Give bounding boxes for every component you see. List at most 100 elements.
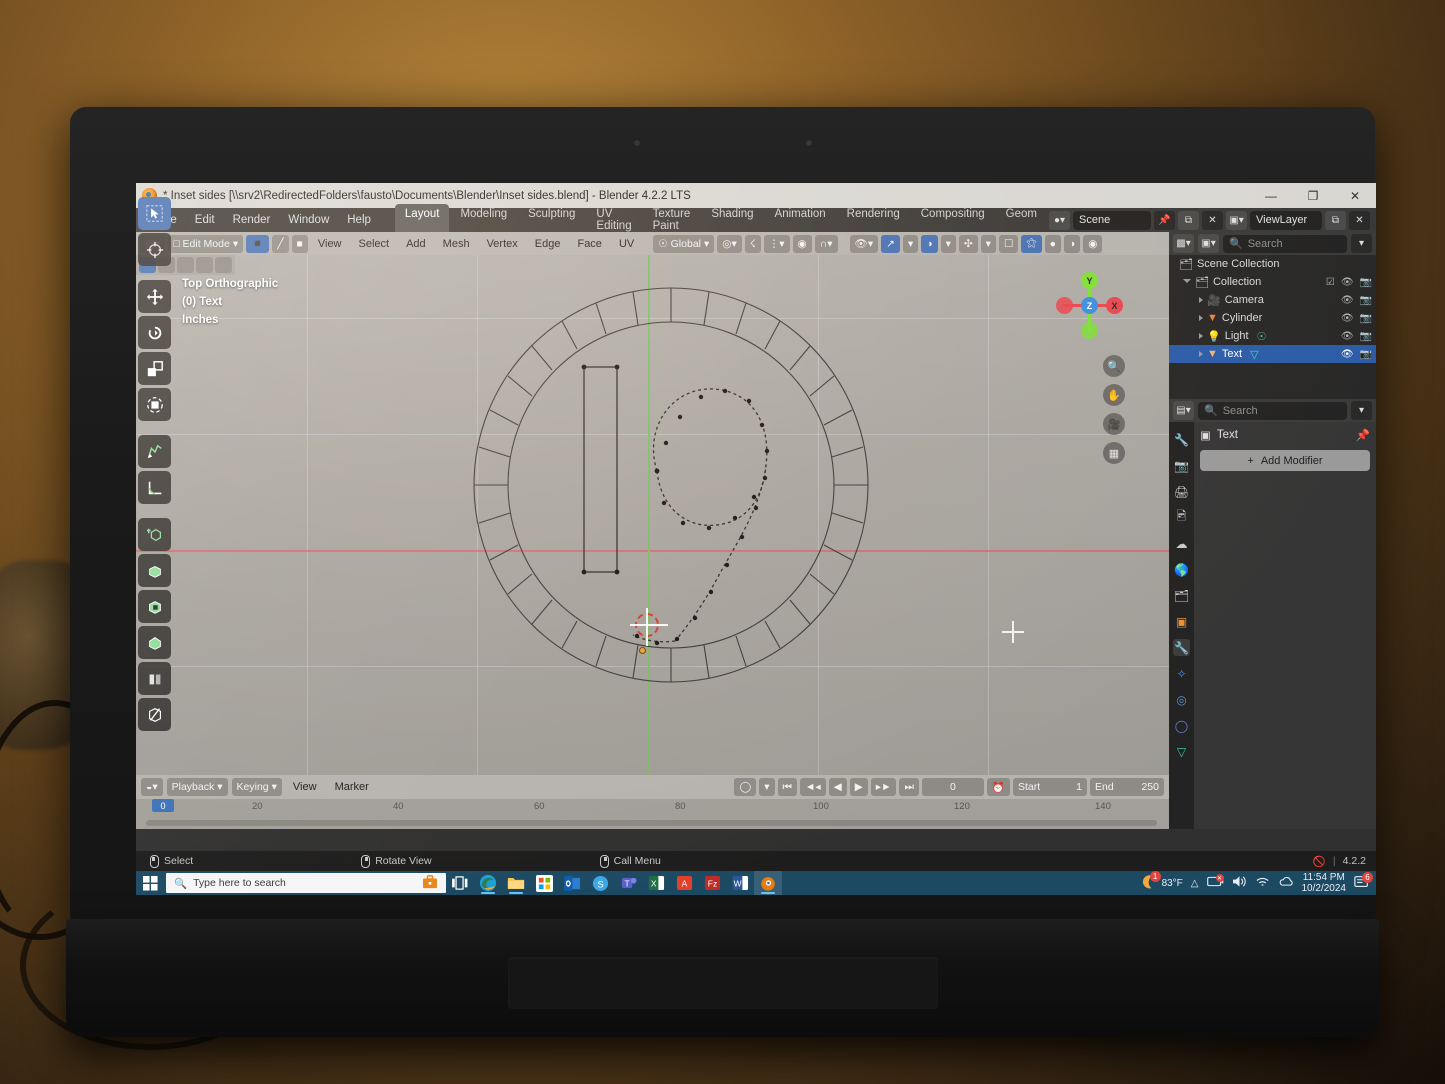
select-mode-sticky-icon[interactable]	[215, 257, 232, 273]
task-view-button[interactable]	[446, 871, 474, 895]
start-frame-field[interactable]: Start1	[1013, 778, 1087, 796]
vertex-select-mode-button[interactable]: ◾	[246, 235, 269, 253]
taskbar-app-excel[interactable]: X	[642, 871, 670, 895]
tool-measure[interactable]	[138, 471, 171, 504]
viewlayer-name-field[interactable]: ViewLayer	[1250, 211, 1322, 230]
tool-scale[interactable]	[138, 352, 171, 385]
viewlayer-browse-icon[interactable]: ▣▾	[1226, 211, 1247, 230]
taskbar-app-word[interactable]: W	[726, 871, 754, 895]
timeline-strip[interactable]: 20 40 60 80 100 120 140 0	[136, 799, 1169, 829]
eye-icon[interactable]: 👁	[1341, 277, 1354, 288]
show-hidden-icons-chevron[interactable]: △	[1191, 878, 1199, 889]
proportional-edit-icon[interactable]: ◉	[793, 235, 812, 253]
add-modifier-button[interactable]: + Add Modifier	[1200, 450, 1370, 471]
menu-vertex[interactable]: Vertex	[480, 236, 525, 252]
jump-to-prev-keyframe-button[interactable]: ◄◂	[800, 778, 826, 796]
properties-filter-icon[interactable]: ▾	[1351, 401, 1372, 420]
battery-icon[interactable]: ✕	[1207, 876, 1224, 890]
menu-face[interactable]: Face	[570, 236, 608, 252]
taskbar-app-blender[interactable]	[754, 871, 782, 895]
auto-keying-dropdown[interactable]: ▾	[759, 778, 774, 796]
shading-material-icon[interactable]: ●	[1045, 235, 1061, 253]
face-select-mode-button[interactable]: ■	[292, 235, 308, 253]
delete-viewlayer-icon[interactable]: ✕	[1349, 211, 1370, 230]
taskbar-app-outlook[interactable]	[558, 871, 586, 895]
current-frame-field[interactable]: 0	[922, 778, 984, 796]
eye-icon[interactable]: 👁	[1341, 295, 1354, 306]
navigation-gizmo[interactable]: Y Z X	[1051, 267, 1127, 343]
taskbar-app-edge[interactable]	[474, 871, 502, 895]
gizmo-axis-z[interactable]: Z	[1081, 297, 1098, 314]
taskbar-search-input[interactable]: 🔍 Type here to search	[166, 873, 446, 893]
play-reverse-button[interactable]: ◀	[829, 778, 847, 796]
tab-object-data-icon[interactable]: ▽	[1173, 743, 1190, 760]
shading-preview-icon[interactable]: ◉	[1083, 235, 1102, 253]
tab-scene-icon[interactable]: ☁	[1173, 535, 1190, 552]
scene-browse-icon[interactable]: ●▾	[1049, 211, 1070, 230]
pin-scene-icon[interactable]: 📌	[1154, 211, 1175, 230]
close-button[interactable]: ✕	[1334, 183, 1376, 208]
taskbar-clock[interactable]: 11:54 PM 10/2/2024	[1302, 872, 1347, 894]
snap-magnet-icon[interactable]: ☇	[745, 235, 761, 253]
menu-render[interactable]: Render	[225, 211, 279, 229]
minimize-button[interactable]: —	[1250, 183, 1292, 208]
play-button[interactable]: ▶	[850, 778, 868, 796]
outliner-row-text[interactable]: ▼ Text ▽ 👁 📷	[1169, 345, 1376, 363]
menu-add[interactable]: Add	[399, 236, 433, 252]
outliner-filter-icon[interactable]: ▾	[1351, 234, 1372, 253]
timeline-marker-menu[interactable]: Marker	[328, 779, 376, 795]
visibility-selector[interactable]: 👁▾	[850, 235, 879, 253]
shading-wireframe-button[interactable]: ◑	[921, 235, 937, 253]
pin-icon[interactable]: 📌	[1356, 428, 1370, 442]
camera-icon[interactable]: 📷	[1360, 331, 1372, 342]
notification-center-button[interactable]: 6	[1354, 875, 1370, 892]
timeline-editor-type-icon[interactable]: ◒▾	[141, 778, 163, 796]
shading-rendered-icon[interactable]: ◑	[1064, 235, 1080, 253]
outliner-search-input[interactable]: 🔍 Search	[1223, 235, 1347, 253]
tool-knife[interactable]	[138, 698, 171, 731]
properties-search-input[interactable]: 🔍 Search	[1198, 402, 1347, 420]
transform-orientation-selector[interactable]: ☉ Global ▾	[653, 235, 714, 253]
tab-constraints-icon[interactable]: ◯	[1173, 717, 1190, 734]
chevron-right-icon[interactable]	[1199, 315, 1203, 321]
menu-edge[interactable]: Edge	[528, 236, 568, 252]
outliner-row-light[interactable]: 💡 Light ☉ 👁 📷	[1169, 327, 1376, 345]
outliner-row-camera[interactable]: 🎥 Camera 👁 📷	[1169, 291, 1376, 309]
tool-inset-faces[interactable]	[138, 590, 171, 623]
tool-add-cube[interactable]	[138, 518, 171, 551]
taskbar-app-acrobat[interactable]: A	[670, 871, 698, 895]
tab-object-icon[interactable]: ▣	[1173, 613, 1190, 630]
jump-to-next-keyframe-button[interactable]: ▸►	[871, 778, 897, 796]
start-button[interactable]	[136, 871, 164, 895]
eye-icon[interactable]: 👁	[1341, 331, 1354, 342]
taskbar-app-skype[interactable]: S	[586, 871, 614, 895]
snap-target-selector[interactable]: ⋮▾	[764, 235, 790, 253]
viewport-shading-wire-icon[interactable]: ☐	[999, 235, 1018, 253]
tab-particles-icon[interactable]: ✧	[1173, 665, 1190, 682]
edge-select-mode-button[interactable]: ╱	[272, 235, 288, 253]
mesh-data-icon[interactable]: ▽	[1250, 348, 1258, 361]
checkbox-exclude[interactable]: ☑	[1326, 277, 1335, 288]
wifi-icon[interactable]	[1255, 875, 1270, 891]
timeline-view-menu[interactable]: View	[286, 779, 324, 795]
tool-extrude[interactable]	[138, 554, 171, 587]
weather-widget[interactable]: 1 83°F	[1141, 874, 1183, 892]
use-preview-range-icon[interactable]: ⏰	[987, 778, 1010, 796]
menu-window[interactable]: Window	[280, 211, 337, 229]
tab-tool-icon[interactable]: 🔧	[1173, 431, 1190, 448]
timeline-playhead[interactable]: 0	[152, 799, 174, 812]
tab-world-icon[interactable]: 🌎	[1173, 561, 1190, 578]
shading-solid-icon[interactable]: ⚝	[1021, 235, 1041, 253]
select-mode-island-icon[interactable]	[196, 257, 213, 273]
camera-icon[interactable]: 📷	[1360, 277, 1372, 288]
eye-icon[interactable]: 👁	[1341, 349, 1354, 360]
camera-icon[interactable]: 📷	[1360, 295, 1372, 306]
tool-annotate[interactable]	[138, 435, 171, 468]
onedrive-icon[interactable]	[1278, 876, 1294, 891]
outliner-row-cylinder[interactable]: ▼ Cylinder 👁 📷	[1169, 309, 1376, 327]
new-scene-icon[interactable]: ⧉	[1178, 211, 1199, 230]
camera-icon[interactable]: 📷	[1360, 349, 1372, 360]
new-viewlayer-icon[interactable]: ⧉	[1325, 211, 1346, 230]
outliner-editor-type-icon[interactable]: ▩▾	[1173, 234, 1194, 253]
end-frame-field[interactable]: End250	[1090, 778, 1164, 796]
